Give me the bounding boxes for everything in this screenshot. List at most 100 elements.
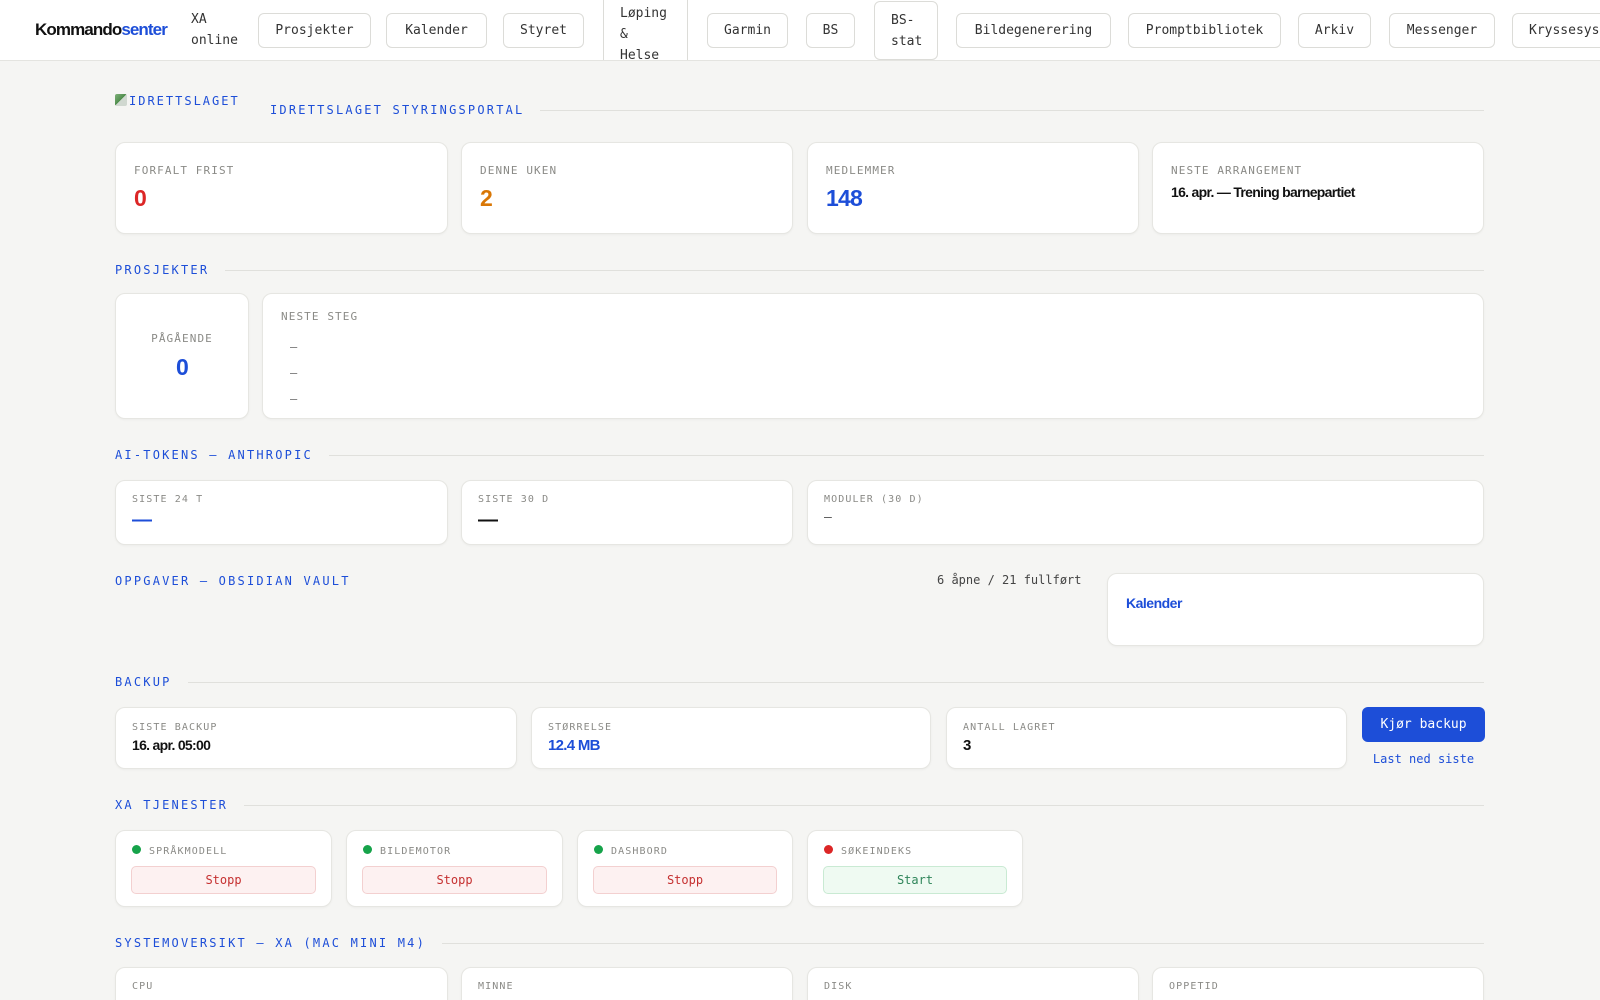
system-label: CPU bbox=[132, 981, 154, 992]
backup-value: 16. apr. 05:00 bbox=[132, 737, 211, 753]
nav-label: Bildegenerering bbox=[974, 23, 1093, 38]
club-logo-alt-text: IDRETTSLAGET bbox=[129, 94, 240, 108]
system-card-uptime: OPPETID bbox=[1152, 967, 1484, 1000]
section-heading-system: SYSTEMOVERSIKT — XA (MAC MINI M4) bbox=[115, 935, 1484, 951]
service-card-search-index: SØKEINDEKS Start bbox=[807, 830, 1023, 907]
service-start-button[interactable]: Start bbox=[823, 866, 1007, 894]
next-steps-card: NESTE STEG — — — bbox=[262, 293, 1484, 419]
broken-image-icon bbox=[115, 94, 127, 106]
status-dot-icon bbox=[132, 845, 141, 854]
tokens-label: SISTE 24 T bbox=[132, 494, 204, 505]
nav-kryssesystem[interactable]: Kryssesys bbox=[1512, 13, 1600, 48]
stat-value: 0 bbox=[134, 185, 147, 211]
service-name: SPRÅKMODELL bbox=[149, 846, 228, 857]
nav-label: stat bbox=[891, 33, 923, 49]
system-card-memory: MINNE bbox=[461, 967, 793, 1000]
next-step-item: — bbox=[290, 340, 298, 354]
host-name: XA bbox=[191, 12, 207, 27]
nav-label: Prosjekter bbox=[275, 23, 354, 38]
section-heading-projects: PROSJEKTER bbox=[115, 262, 1484, 278]
nav-bs-stat[interactable]: BS- stat bbox=[874, 1, 938, 60]
calendar-card[interactable]: Kalender bbox=[1107, 573, 1484, 646]
nav-label: BS bbox=[822, 23, 839, 38]
stat-card-members[interactable]: MEDLEMMER 148 bbox=[807, 142, 1139, 234]
backup-label: ANTALL LAGRET bbox=[963, 722, 1056, 733]
tokens-label: SISTE 30 D bbox=[478, 494, 550, 505]
nav-label: & bbox=[620, 26, 628, 42]
backup-label: STØRRELSE bbox=[548, 722, 613, 733]
calendar-link[interactable]: Kalender bbox=[1126, 595, 1182, 611]
download-latest-link[interactable]: Last ned siste bbox=[1362, 752, 1485, 766]
divider bbox=[442, 942, 1484, 944]
stat-card-overdue[interactable]: FORFALT FRIST 0 bbox=[115, 142, 448, 234]
last-backup-card: SISTE BACKUP 16. apr. 05:00 bbox=[115, 707, 517, 769]
nav-label: Helse bbox=[620, 47, 660, 61]
ongoing-projects-card[interactable]: PÅGÅENDE 0 bbox=[115, 293, 249, 419]
service-stop-button[interactable]: Stopp bbox=[362, 866, 547, 894]
divider bbox=[244, 804, 1484, 806]
service-name: DASHBORD bbox=[611, 846, 668, 857]
tokens-value: — bbox=[478, 509, 498, 531]
section-heading-tasks: OPPGAVER — OBSIDIAN VAULT bbox=[115, 573, 475, 589]
nav-messenger[interactable]: Messenger bbox=[1389, 13, 1495, 48]
section-title: SYSTEMOVERSIKT — XA (MAC MINI M4) bbox=[115, 936, 427, 950]
tokens-24h-card: SISTE 24 T — bbox=[115, 480, 448, 545]
nav-kalender[interactable]: Kalender bbox=[386, 13, 487, 48]
nav-label: Garmin bbox=[724, 23, 771, 38]
nav-label: Styret bbox=[520, 23, 567, 38]
backup-size-card: STØRRELSE 12.4 MB bbox=[531, 707, 931, 769]
service-stop-button[interactable]: Stopp bbox=[131, 866, 316, 894]
status-dot-icon bbox=[594, 845, 603, 854]
ongoing-value: 0 bbox=[176, 354, 189, 380]
brand-name-accent: senter bbox=[121, 20, 168, 39]
section-title: AI-TOKENS — ANTHROPIC bbox=[115, 448, 313, 462]
stat-card-this-week[interactable]: DENNE UKEN 2 bbox=[461, 142, 793, 234]
tokens-value: — bbox=[132, 509, 152, 531]
tokens-30d-card: SISTE 30 D — bbox=[461, 480, 793, 545]
nav-label: BS- bbox=[891, 12, 915, 28]
brand-logo[interactable]: Kommandosenter bbox=[35, 20, 168, 40]
system-label: MINNE bbox=[478, 981, 514, 992]
nav-bildegenerering[interactable]: Bildegenerering bbox=[956, 13, 1111, 48]
backup-value: 12.4 MB bbox=[548, 737, 600, 754]
ongoing-label: PÅGÅENDE bbox=[151, 332, 213, 345]
stat-value: 2 bbox=[480, 185, 493, 211]
stat-label: DENNE UKEN bbox=[480, 164, 558, 177]
nav-arkiv[interactable]: Arkiv bbox=[1298, 13, 1371, 48]
club-logo-image: IDRETTSLAGET bbox=[115, 94, 245, 108]
tokens-label: MODULER (30 D) bbox=[824, 494, 924, 505]
nav-promptbibliotek[interactable]: Promptbibliotek bbox=[1128, 13, 1281, 48]
section-title: OPPGAVER — OBSIDIAN VAULT bbox=[115, 574, 351, 588]
service-card-dashboard: DASHBORD Stopp bbox=[577, 830, 793, 907]
service-stop-button[interactable]: Stopp bbox=[593, 866, 777, 894]
backup-value: 3 bbox=[963, 737, 972, 754]
backup-label: SISTE BACKUP bbox=[132, 722, 218, 733]
brand-name: Kommando bbox=[35, 20, 122, 39]
nav-loping-helse[interactable]: Løping & Helse bbox=[603, 0, 688, 61]
divider bbox=[187, 681, 1484, 683]
nav-styret[interactable]: Styret bbox=[503, 13, 584, 48]
nav-label: Messenger bbox=[1406, 23, 1478, 38]
section-title: PROSJEKTER bbox=[115, 263, 210, 277]
divider bbox=[328, 454, 1484, 456]
run-backup-button[interactable]: Kjør backup bbox=[1362, 707, 1485, 742]
host-online-status: online bbox=[191, 33, 238, 48]
divider bbox=[225, 269, 1484, 271]
tokens-modules-card: MODULER (30 D) — bbox=[807, 480, 1484, 545]
top-navigation-bar: Kommandosenter XA online Prosjekter Kale… bbox=[0, 0, 1600, 61]
system-card-cpu: CPU bbox=[115, 967, 448, 1000]
next-step-item: — bbox=[290, 392, 298, 406]
next-steps-label: NESTE STEG bbox=[281, 310, 359, 323]
host-status: XA online bbox=[191, 9, 238, 51]
stat-card-next-event[interactable]: NESTE ARRANGEMENT 16. apr. — Trening bar… bbox=[1152, 142, 1484, 234]
nav-garmin[interactable]: Garmin bbox=[707, 13, 788, 48]
nav-prosjekter[interactable]: Prosjekter bbox=[258, 13, 371, 48]
stat-value: 148 bbox=[826, 185, 863, 211]
backup-count-card: ANTALL LAGRET 3 bbox=[946, 707, 1347, 769]
section-heading-services: XA TJENESTER bbox=[115, 797, 1484, 813]
service-name: SØKEINDEKS bbox=[841, 846, 913, 857]
nav-label: Kryssesys bbox=[1529, 23, 1600, 38]
nav-label: Løping bbox=[620, 5, 667, 21]
section-heading-backup: BACKUP bbox=[115, 674, 1484, 690]
nav-bs[interactable]: BS bbox=[806, 13, 855, 48]
